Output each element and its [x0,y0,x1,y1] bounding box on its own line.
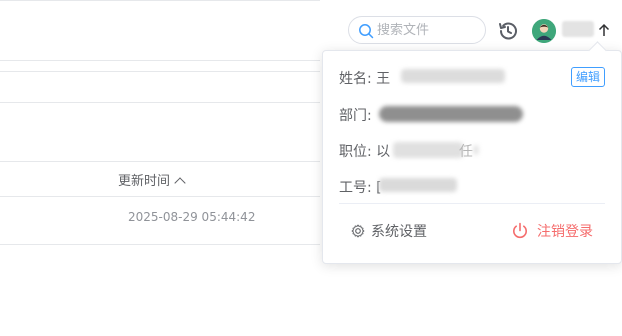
search-box[interactable] [348,16,486,44]
divider [0,196,320,197]
divider [0,60,320,61]
sort-caret-icon[interactable] [174,177,186,189]
position-label: 职位: 以 [339,144,391,160]
name-value-redacted [401,69,505,83]
history-icon[interactable] [496,19,520,43]
divider [0,244,320,245]
table-cell-updated: 2025-08-29 05:44:42 [128,210,256,224]
power-icon [513,222,527,239]
logout-button[interactable]: 注销登录 [511,221,593,241]
divider [0,102,320,103]
divider [0,161,320,162]
gear-icon [351,224,365,238]
user-icon [532,19,556,43]
position-tail: 任 [459,144,473,160]
department-label: 部门: [339,108,372,124]
search-input[interactable] [377,21,477,39]
position-tail-redacted [473,145,479,155]
employee-id-label: 工号: [ [339,180,382,196]
edit-button[interactable]: 编辑 [571,67,605,87]
user-info-popup: 姓名: 王 编辑 部门: 职位: 以 任 工号: [ 系统设置 注销登录 [322,50,622,264]
employee-id-value-redacted [379,178,457,192]
arrow-up-icon[interactable] [597,22,611,38]
position-value-redacted [393,142,463,158]
system-settings-button[interactable]: 系统设置 [351,221,427,241]
department-value-redacted [379,106,523,122]
avatar[interactable] [532,19,556,43]
logout-label: 注销登录 [537,224,593,240]
name-label: 姓名: 王 [339,71,391,87]
username-redacted[interactable] [562,21,594,37]
divider [0,71,320,72]
system-settings-label: 系统设置 [371,224,427,240]
search-icon [359,24,374,39]
column-header-label: 更新时间 [118,174,171,189]
popup-divider [339,203,605,204]
column-header-updated[interactable]: 更新时间 [118,170,186,189]
divider [0,0,320,1]
